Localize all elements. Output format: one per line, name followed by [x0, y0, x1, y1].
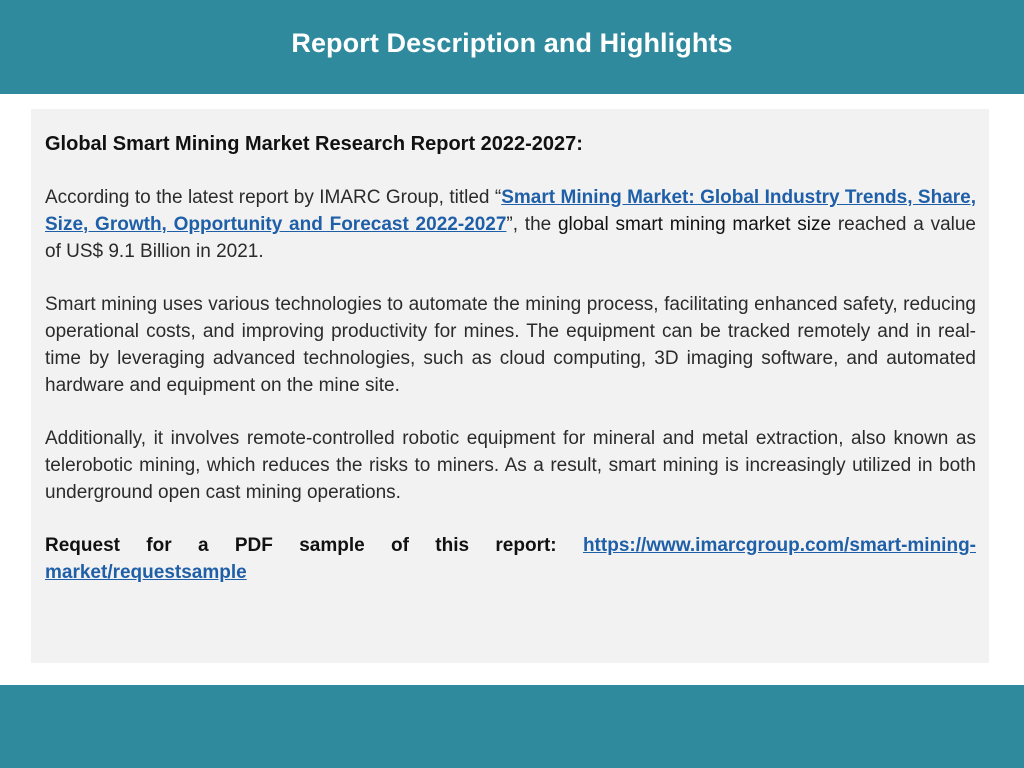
report-content-panel: Global Smart Mining Market Research Repo…	[31, 109, 989, 663]
request-sample-label: Request for a PDF sample of this report:	[45, 535, 583, 556]
header-bar: Report Description and Highlights	[0, 0, 1024, 95]
intro-text-middle: ”, the	[506, 214, 558, 235]
page-title: Report Description and Highlights	[291, 28, 733, 58]
description-paragraph: Smart mining uses various technologies t…	[45, 294, 976, 396]
intro-paragraph: According to the latest report by IMARC …	[45, 184, 976, 265]
report-heading: Global Smart Mining Market Research Repo…	[45, 133, 583, 155]
request-sample-paragraph: Request for a PDF sample of this report:…	[45, 532, 976, 586]
footer-bar	[0, 685, 1024, 768]
report-content: Global Smart Mining Market Research Repo…	[45, 131, 976, 586]
intro-text-start: According to the latest report by IMARC …	[45, 187, 502, 208]
additional-paragraph: Additionally, it involves remote-control…	[45, 428, 976, 503]
market-size-phrase: global smart mining market size	[557, 214, 832, 235]
